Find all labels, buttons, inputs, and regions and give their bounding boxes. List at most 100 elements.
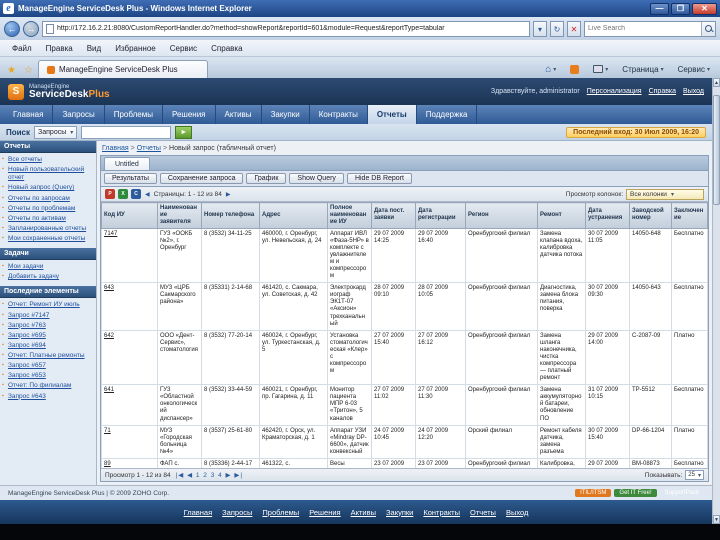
footer-link[interactable]: Запросы (222, 508, 252, 517)
table-cell[interactable]: 7147 (101, 227, 158, 284)
save-query-button[interactable]: Сохранение запроса (159, 173, 244, 184)
breadcrumb-home[interactable]: Главная (102, 145, 129, 152)
sidebar-link[interactable]: Мои сохраненные отчеты (0, 234, 96, 244)
quick-search-input[interactable] (81, 125, 172, 139)
menu-item[interactable]: Справка (205, 43, 248, 54)
footer-badge[interactable]: Get IT Free! (614, 489, 657, 497)
url-field[interactable]: http://172.16.2.21:8080/CustomReportHand… (42, 20, 530, 37)
search-icon[interactable] (701, 21, 715, 36)
browser-tab[interactable]: ManageEngine ServiceDesk Plus (37, 60, 208, 78)
recent-item-link[interactable]: Запрос #694 (0, 341, 96, 351)
nav-tab[interactable]: Контракты (310, 105, 368, 124)
forward-button[interactable]: → (23, 20, 39, 37)
results-button[interactable]: Результаты (104, 173, 157, 184)
column-header[interactable]: Дата пост. заявки (371, 202, 416, 229)
pager-controls[interactable]: |◀ ◀ 1 2 3 4 ▶ ▶| (176, 471, 243, 479)
sidebar-link[interactable]: Новый запрос (Query) (0, 183, 96, 193)
hide-db-report-button[interactable]: Hide DB Report (346, 173, 412, 184)
scroll-down-icon[interactable]: ▼ (713, 515, 720, 524)
table-row[interactable]: 642 ООО «Дент-Сервис», стоматология 8 (353… (101, 329, 708, 386)
header-link-personalize[interactable]: Персонализация (587, 88, 642, 95)
menu-item[interactable]: Вид (81, 43, 107, 54)
footer-link[interactable]: Решения (309, 508, 340, 517)
table-cell[interactable]: 642 (101, 329, 158, 386)
column-header[interactable]: Наименование заявителя (157, 202, 202, 229)
column-header[interactable]: Номер телефона (201, 202, 260, 229)
header-link-help[interactable]: Справка (649, 88, 676, 95)
nav-tab[interactable]: Активы (216, 105, 262, 124)
export-xls-icon[interactable]: X (118, 189, 128, 199)
sidebar-link[interactable]: Мои задачи (0, 262, 96, 272)
footer-link[interactable]: Главная (184, 508, 213, 517)
column-header[interactable]: Дата регистрации (415, 202, 466, 229)
sidebar-link[interactable]: Запланированные отчеты (0, 224, 96, 234)
footer-link[interactable]: Выход (506, 508, 528, 517)
column-header[interactable]: Регион (465, 202, 538, 229)
page-menu-button[interactable]: Страница ▾ (616, 61, 669, 77)
footer-link[interactable]: Активы (351, 508, 376, 517)
table-row[interactable]: 641 ГУЗ «Областной онкологический диспанс… (101, 384, 708, 426)
table-cell[interactable]: 89 (101, 457, 158, 468)
url-dropdown-icon[interactable]: ▾ (533, 20, 547, 37)
recent-item-link[interactable]: Отчет: Ремонт ИУ июль (0, 300, 96, 310)
column-header[interactable]: Дата устранения (585, 202, 630, 229)
table-cell[interactable]: 71 (101, 424, 158, 459)
vertical-scrollbar[interactable]: ▲ ▼ (712, 78, 720, 524)
recent-item-link[interactable]: Отчет: По филиалам (0, 381, 96, 391)
menu-item[interactable]: Избранное (109, 43, 162, 54)
favorites-icon[interactable]: ★ (4, 65, 19, 78)
recent-item-link[interactable]: Запрос #7147 (0, 311, 96, 321)
nav-tab[interactable]: Главная (4, 105, 54, 124)
scroll-up-icon[interactable]: ▲ (713, 78, 720, 87)
maximize-button[interactable]: ❐ (671, 2, 690, 15)
recent-item-link[interactable]: Отчет: Платные ремонты (0, 351, 96, 361)
footer-link[interactable]: Контракты (423, 508, 460, 517)
breadcrumb-section[interactable]: Отчеты (137, 145, 161, 152)
rss-button[interactable] (564, 61, 585, 77)
back-button[interactable]: ← (4, 20, 20, 37)
column-header[interactable]: Адрес (259, 202, 328, 229)
export-pdf-icon[interactable]: P (105, 189, 115, 199)
minimize-button[interactable]: — (650, 2, 669, 15)
prev-page-icon[interactable]: ◀ (144, 191, 151, 198)
stop-icon[interactable]: ✕ (567, 20, 581, 37)
sidebar-link[interactable]: Отчеты по запросам (0, 194, 96, 204)
footer-link[interactable]: Проблемы (262, 508, 299, 517)
column-header[interactable]: Заводской номер (629, 202, 672, 229)
sidebar-link[interactable]: Все отчеты (0, 155, 96, 165)
nav-tab[interactable]: Проблемы (105, 105, 163, 124)
recent-item-link[interactable]: Запрос #763 (0, 321, 96, 331)
sidebar-link[interactable]: Новый пользовательский отчет (0, 165, 96, 183)
footer-badge[interactable]: ITIL/ITSM (575, 489, 612, 497)
scrollbar-track[interactable] (713, 87, 720, 515)
per-page-select[interactable]: 25 ▾ (685, 470, 704, 480)
nav-tab[interactable]: Запросы (53, 105, 105, 124)
nav-tab[interactable]: Решения (163, 105, 216, 124)
footer-link[interactable]: Закупки (386, 508, 413, 517)
table-row[interactable]: 89ФАП с. Кардаилово8 (35336) 2-44-174613… (101, 457, 708, 468)
search-scope-select[interactable]: Запросы ▾ (34, 125, 78, 139)
sidebar-link[interactable]: Отчеты по проблемам (0, 204, 96, 214)
header-link-logout[interactable]: Выход (683, 88, 704, 95)
report-tab-untitled[interactable]: Untitled (104, 157, 150, 170)
column-header[interactable]: Заключение (671, 202, 708, 229)
add-favorite-icon[interactable]: ☆ (21, 65, 36, 78)
table-row[interactable]: 643 МУЗ «ЦРБ Сакмарского района» 8 (35331)… (101, 282, 708, 331)
column-header[interactable]: Код ИУ (101, 202, 158, 229)
next-page-icon[interactable]: ▶ (225, 191, 232, 198)
menu-item[interactable]: Сервис (164, 43, 203, 54)
tools-menu-button[interactable]: Сервис ▾ (672, 61, 716, 77)
print-button[interactable]: ▾ (587, 61, 614, 77)
columns-select[interactable]: Все колонки ▾ (626, 188, 704, 200)
home-button[interactable]: ⌂ ▾ (539, 61, 562, 77)
export-csv-icon[interactable]: C (131, 189, 141, 199)
sidebar-link[interactable]: Добавить задачу (0, 272, 96, 282)
menu-item[interactable]: Правка (40, 43, 79, 54)
footer-badge[interactable]: SupportPack (660, 489, 704, 497)
nav-tab[interactable]: Поддержка (417, 105, 478, 124)
show-query-button[interactable]: Show Query (289, 173, 344, 184)
table-row[interactable]: 7147 ГУЗ «ООКБ №2», г. Оренбург 8 (3532) 3… (101, 227, 708, 284)
recent-item-link[interactable]: Запрос #643 (0, 392, 96, 402)
column-header[interactable]: Ремонт (537, 202, 586, 229)
recent-item-link[interactable]: Запрос #653 (0, 371, 96, 381)
